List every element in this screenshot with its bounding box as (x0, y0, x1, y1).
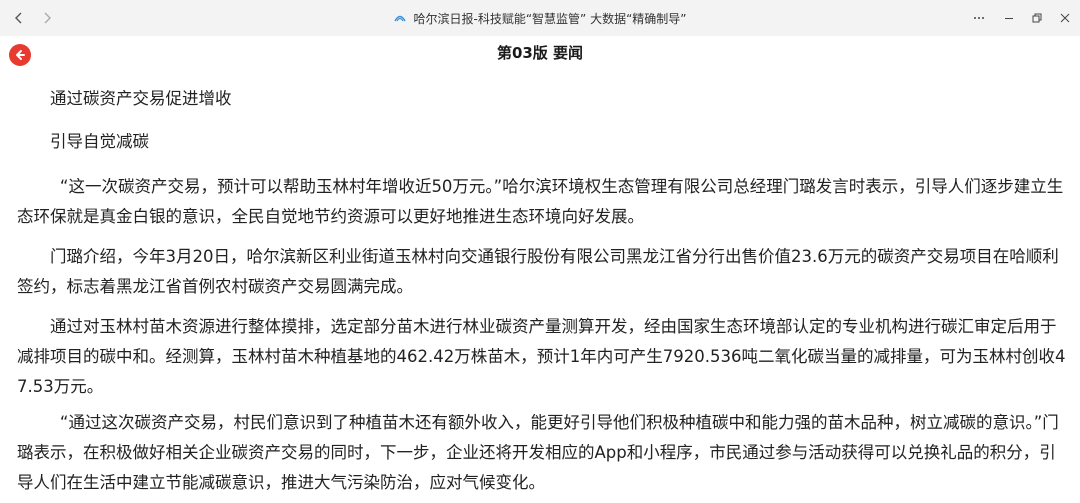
title-bar: 哈尔滨日报-科技赋能“智慧监管” 大数据“精确制导” (0, 0, 1080, 36)
article-heading-1: 通过碳资产交易促进增收 (50, 89, 232, 108)
window-title-area: 哈尔滨日报-科技赋能“智慧监管” 大数据“精确制导” (0, 0, 1080, 36)
article-paragraph-4: “通过这次碳资产交易，村民们意识到了种植苗木还有额外收入，能更好引导他们积极种植… (17, 413, 1059, 492)
article-paragraph-3: 通过对玉林村苗木资源进行整体摸排，选定部分苗木进行林业碳资产量测算开发，经由国家… (17, 317, 1066, 396)
article-paragraph-2: 门璐介绍，今年3月20日，哈尔滨新区利业街道玉林村向交通银行股份有限公司黑龙江省… (17, 247, 1059, 296)
article-paragraph-1: “这一次碳资产交易，预计可以帮助玉林村年增收近50万元。”哈尔滨环境权生态管理有… (17, 177, 1064, 226)
app-logo-icon (394, 15, 407, 22)
page-header: 第03版 要闻 (0, 36, 1080, 70)
forward-nav-button[interactable] (36, 7, 58, 29)
close-icon (1060, 13, 1070, 23)
restore-icon (1032, 13, 1042, 23)
more-button[interactable] (966, 6, 992, 30)
article-body: 通过碳资产交易促进增收 引导自觉减碳 “这一次碳资产交易，预计可以帮助玉林村年增… (0, 72, 1080, 503)
chevron-right-icon (44, 12, 51, 24)
minimize-icon (1005, 18, 1013, 19)
more-icon (974, 17, 984, 19)
page-title: 第03版 要闻 (496, 44, 584, 62)
back-nav-button[interactable] (8, 7, 30, 29)
article-heading-2: 引导自觉减碳 (50, 132, 149, 151)
chevron-left-icon (15, 12, 22, 24)
restore-button[interactable] (1024, 6, 1050, 30)
window-title: 哈尔滨日报-科技赋能“智慧监管” 大数据“精确制导” (413, 11, 687, 26)
minimize-button[interactable] (996, 6, 1022, 30)
close-button[interactable] (1052, 6, 1078, 30)
